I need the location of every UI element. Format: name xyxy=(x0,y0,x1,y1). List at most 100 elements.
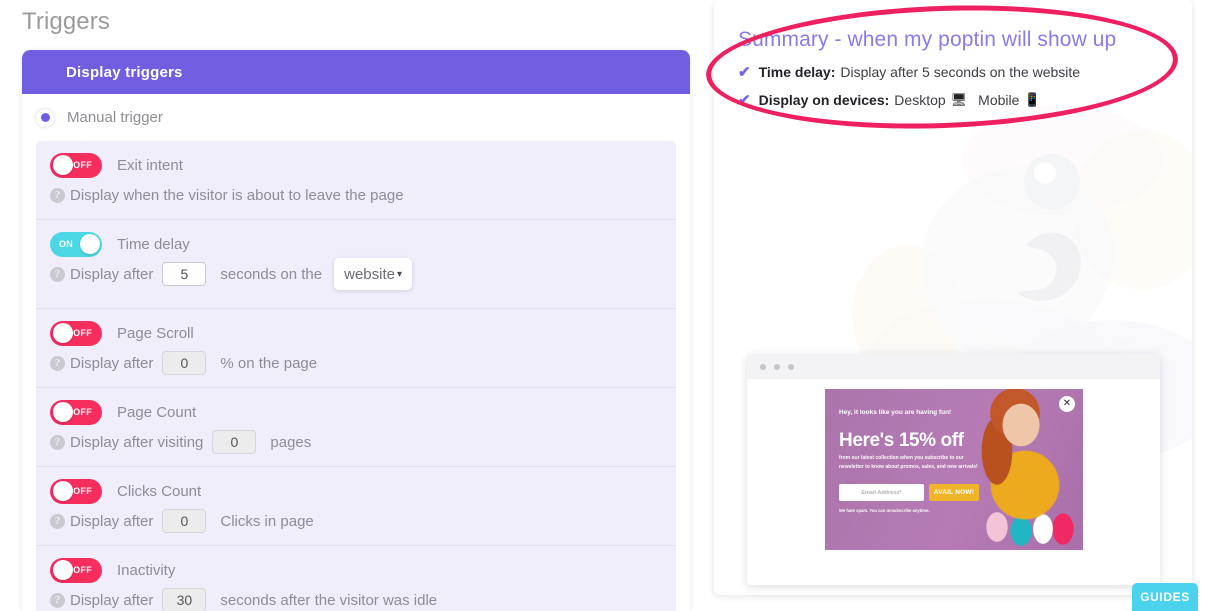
trigger-name-label: Page Scroll xyxy=(117,324,194,342)
help-icon[interactable]: ? xyxy=(50,187,65,203)
popup-kicker: Hey, it looks like you are having fun! xyxy=(839,409,952,416)
summary-line-devices: ✔ Display on devices: Desktop 🖥 Mobile 📱 xyxy=(738,92,1192,108)
trigger-desc-suffix: % on the page xyxy=(220,354,318,372)
help-icon[interactable]: ? xyxy=(50,434,65,450)
inactivity-input[interactable] xyxy=(162,588,207,611)
pointer-arrow-icon xyxy=(77,140,95,149)
trigger-desc-prefix: Display after xyxy=(70,354,154,372)
check-icon: ✔ xyxy=(738,91,751,109)
manual-trigger-label: Manual trigger xyxy=(67,109,163,126)
toggle-state-label: ON xyxy=(59,238,74,249)
summary-title: Summary - when my poptin will show up xyxy=(738,28,1117,51)
trigger-row: OFF Page Scroll ? Display after % on the… xyxy=(36,309,676,388)
trigger-desc-prefix: Display after xyxy=(70,512,154,530)
close-icon[interactable]: ✕ xyxy=(1059,396,1075,412)
popup-form: Email Address* AVAIL NOW! xyxy=(839,484,979,502)
guides-button[interactable]: GUIDES xyxy=(1132,583,1198,611)
toggle-knob-icon xyxy=(52,481,73,501)
toggle-knob-icon xyxy=(52,402,73,422)
popup-content: Hey, it looks like you are having fun! H… xyxy=(839,409,979,513)
trigger-desc-prefix: Display after xyxy=(70,265,154,283)
scope-select[interactable]: website ▾ xyxy=(334,258,413,290)
trigger-desc-suffix: seconds on the xyxy=(220,265,323,283)
trigger-row-bottom: ? Display after visiting pages xyxy=(50,430,676,454)
trigger-row: OFF Inactivity ? Display after seconds a… xyxy=(36,546,676,611)
display-triggers-card: Display triggers Manual trigger OFF Exit… xyxy=(22,50,690,611)
summary-panel: Summary - when my poptin will show up ✔ … xyxy=(714,0,1192,595)
trigger-row-bottom: ? Display after % on the page xyxy=(50,351,676,375)
radio-dot-icon xyxy=(40,113,50,122)
device-desktop-label: Desktop xyxy=(894,92,946,108)
trigger-desc-label: Display when the visitor is about to lea… xyxy=(70,186,404,204)
device-mobile-label: Mobile xyxy=(978,92,1020,108)
toggle-inactivity[interactable]: OFF xyxy=(50,557,102,583)
summary-label: Display on devices: xyxy=(758,92,890,108)
help-icon[interactable]: ? xyxy=(50,513,65,529)
time-delay-input[interactable] xyxy=(162,262,207,286)
browser-title-bar xyxy=(747,354,1160,379)
trigger-name-label: Time delay xyxy=(117,235,190,253)
toggle-time-delay[interactable]: ON xyxy=(50,231,102,257)
email-field[interactable]: Email Address* xyxy=(839,484,924,502)
page-scroll-input[interactable] xyxy=(162,351,207,375)
summary-line-time-delay: ✔ Time delay: Display after 5 seconds on… xyxy=(738,64,1192,80)
check-icon: ✔ xyxy=(738,63,751,81)
trigger-desc-prefix: Display after visiting xyxy=(70,433,204,451)
window-dot-icon xyxy=(774,363,780,370)
trigger-row: OFF Exit intent ? Display when the visit… xyxy=(36,141,676,220)
trigger-desc-suffix: Clicks in page xyxy=(220,512,314,530)
clicks-count-input[interactable] xyxy=(162,509,207,533)
trigger-row-top: ON Time delay xyxy=(50,231,676,257)
trigger-name-label: Exit intent xyxy=(117,156,183,174)
avail-now-button[interactable]: AVAIL NOW! xyxy=(928,484,979,502)
toggle-page-count[interactable]: OFF xyxy=(50,399,102,425)
trigger-row-top: OFF Page Count xyxy=(50,399,676,425)
manual-trigger-row[interactable]: Manual trigger xyxy=(22,94,690,141)
popup-subtext: from our latest collection when you subs… xyxy=(839,455,978,471)
trigger-row: OFF Clicks Count ? Display after Clicks … xyxy=(36,467,676,546)
toggle-knob-icon xyxy=(79,234,100,254)
help-icon[interactable]: ? xyxy=(50,266,65,282)
trigger-list: OFF Exit intent ? Display when the visit… xyxy=(22,140,690,611)
trigger-row-top: OFF Page Scroll xyxy=(50,320,676,346)
summary-block: Summary - when my poptin will show up ✔ … xyxy=(714,0,1192,108)
card-header: Display triggers xyxy=(22,50,690,94)
mobile-icon: 📱 xyxy=(1024,92,1041,107)
popup-preview: ✕ Hey, it looks like you are having fun!… xyxy=(825,389,1083,550)
page-count-input[interactable] xyxy=(212,430,257,454)
toggle-state-label: OFF xyxy=(73,485,92,496)
card-header-label: Display triggers xyxy=(66,63,183,81)
app-root: Triggers Display triggers Manual trigger xyxy=(0,0,1206,611)
page-title: Triggers xyxy=(22,8,110,35)
trigger-row-top: OFF Exit intent xyxy=(50,152,676,178)
help-icon[interactable]: ? xyxy=(50,355,65,371)
trigger-row-bottom: ? Display after seconds after the visito… xyxy=(50,588,676,611)
trigger-row-bottom: ? Display after Clicks in page xyxy=(50,509,676,533)
window-dot-icon xyxy=(788,363,794,370)
trigger-desc-prefix: Display after xyxy=(70,591,154,609)
scope-select-value: website xyxy=(344,265,395,283)
toggle-clicks-count[interactable]: OFF xyxy=(50,478,102,504)
popup-preview-browser: ✕ Hey, it looks like you are having fun!… xyxy=(747,354,1160,585)
model-photo xyxy=(973,389,1083,550)
toggle-exit-intent[interactable]: OFF xyxy=(50,152,102,178)
trigger-row: ON Time delay ? Display after seconds on… xyxy=(36,220,676,309)
toggle-knob-icon xyxy=(52,323,73,343)
window-dot-icon xyxy=(760,363,766,370)
toggle-page-scroll[interactable]: OFF xyxy=(50,320,102,346)
trigger-row-bottom: ? Display after seconds on the website ▾ xyxy=(50,258,676,290)
trigger-row-bottom: ? Display when the visitor is about to l… xyxy=(50,183,676,207)
summary-value: Display after 5 seconds on the website xyxy=(840,64,1081,80)
trigger-name-label: Page Count xyxy=(117,403,197,421)
toggle-state-label: OFF xyxy=(73,327,92,338)
trigger-row-top: OFF Inactivity xyxy=(50,557,676,583)
popup-note: We hate spam. You can unsubscribe anytim… xyxy=(839,508,930,514)
toggle-knob-icon xyxy=(52,560,73,580)
trigger-name-label: Clicks Count xyxy=(117,482,202,500)
help-icon[interactable]: ? xyxy=(50,592,65,608)
trigger-desc-suffix: pages xyxy=(270,433,312,451)
radio-icon[interactable] xyxy=(36,108,54,127)
chevron-down-icon: ▾ xyxy=(396,268,403,280)
summary-label: Time delay: xyxy=(758,64,836,80)
toggle-knob-icon xyxy=(52,155,73,175)
